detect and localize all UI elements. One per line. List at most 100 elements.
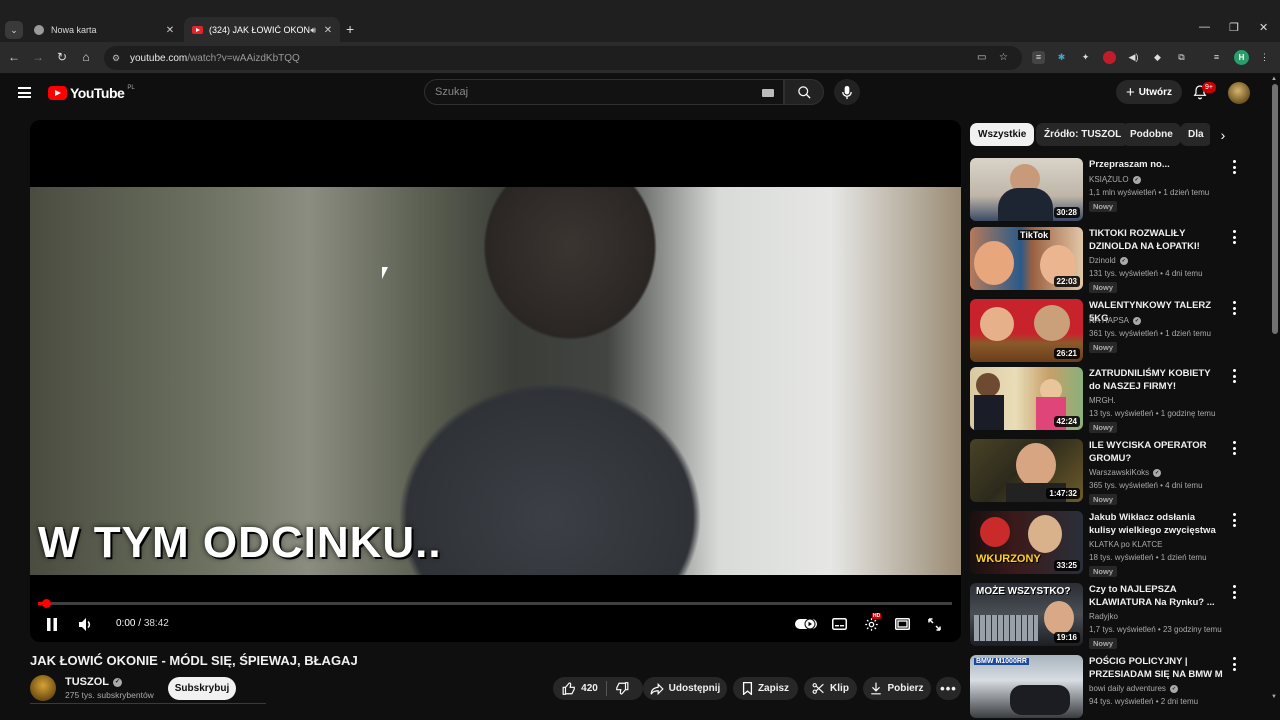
tab-search-icon[interactable]: ⌄: [5, 21, 23, 39]
search-button[interactable]: [784, 79, 824, 105]
rec-channel[interactable]: Dzinold ✓: [1089, 256, 1128, 265]
window-close-icon[interactable]: ✕: [1259, 21, 1268, 34]
bookmark-star-icon[interactable]: ☆: [999, 52, 1008, 63]
rec-channel[interactable]: KLATKA po KLATCE: [1089, 540, 1163, 549]
rec-channel-name[interactable]: NA HAPSA: [1089, 316, 1129, 325]
more-vert-icon[interactable]: [1229, 441, 1239, 455]
rec-channel[interactable]: KSIĄŻULO ✓: [1089, 175, 1141, 184]
browser-profile-avatar[interactable]: H: [1234, 50, 1249, 65]
recommendation-item[interactable]: 1:47:32 ILE WYCISKA OPERATOR GROMU? Wars…: [970, 439, 1250, 505]
more-vert-icon[interactable]: [1229, 513, 1239, 527]
rec-channel-name[interactable]: KSIĄŻULO: [1089, 175, 1129, 184]
rec-title[interactable]: ZATRUDNILIŚMY KOBIETY do NASZEJ FIRMY!: [1089, 367, 1224, 393]
fullscreen-button[interactable]: [926, 616, 942, 632]
youtube-logo[interactable]: YouTube PL: [48, 85, 135, 101]
chips-next-arrow-icon[interactable]: ›: [1214, 126, 1232, 144]
rec-channel-name[interactable]: bowi daily adventures: [1089, 684, 1166, 693]
channel-name-row[interactable]: TUSZOL ✓: [65, 676, 122, 688]
tab-close-icon[interactable]: ✕: [162, 25, 178, 36]
video-thumbnail[interactable]: TikTok 22:03: [970, 227, 1083, 290]
more-vert-icon[interactable]: [1229, 230, 1239, 244]
save-button[interactable]: Zapisz: [733, 677, 798, 700]
video-frame[interactable]: [30, 187, 961, 575]
progress-bar[interactable]: [38, 599, 952, 608]
more-vert-icon[interactable]: [1229, 657, 1239, 671]
tab-youtube-video[interactable]: (324) JAK ŁOWIĆ OKONIE - 🔊︎ ✕: [184, 17, 340, 43]
chip-all[interactable]: Wszystkie: [970, 123, 1035, 146]
media-audio-icon[interactable]: ◀︎): [1127, 51, 1140, 64]
dislike-button[interactable]: [615, 677, 634, 700]
rec-channel[interactable]: MRGH.: [1089, 396, 1116, 405]
media-queue-icon[interactable]: ≡: [1210, 51, 1223, 64]
scrollbar-thumb[interactable]: [1272, 84, 1278, 334]
channel-name[interactable]: TUSZOL: [65, 676, 109, 688]
menu-icon[interactable]: [18, 87, 31, 98]
rec-channel-name[interactable]: Dzinold: [1089, 256, 1116, 265]
scroll-down-icon[interactable]: ▼: [1271, 694, 1277, 700]
more-vert-icon[interactable]: [1229, 369, 1239, 383]
recommendation-item[interactable]: BMW M1000RR POŚCIG POLICYJNY | PRZESIADA…: [970, 655, 1250, 719]
extension-icon[interactable]: ≡: [1032, 51, 1045, 64]
download-button[interactable]: Pobierz: [863, 677, 931, 700]
chip-source[interactable]: Źródło: TUSZOL: [1036, 123, 1130, 146]
video-thumbnail[interactable]: 26:21: [970, 299, 1083, 362]
recommendation-item[interactable]: 30:28 Przepraszam no... KSIĄŻULO ✓ 1,1 ml…: [970, 158, 1250, 222]
recommendation-item[interactable]: WKURZONY 33:25 Jakub Wikłacz odsłania ku…: [970, 511, 1250, 577]
tab-close-icon[interactable]: ✕: [320, 25, 336, 36]
tab-new-tab[interactable]: Nowa karta ✕: [26, 17, 182, 43]
autoplay-toggle[interactable]: [795, 616, 817, 632]
more-vert-icon[interactable]: [1229, 160, 1239, 174]
subscribe-button[interactable]: Subskrybuj: [168, 677, 236, 700]
back-icon[interactable]: ←: [6, 50, 22, 64]
clip-button[interactable]: Klip: [804, 677, 857, 700]
rec-channel-name[interactable]: MRGH.: [1089, 396, 1116, 405]
recommendation-item[interactable]: TikTok 22:03 TIKTOKI ROZWALIŁY DZINOLDA …: [970, 227, 1250, 293]
video-thumbnail[interactable]: WKURZONY 33:25: [970, 511, 1083, 574]
minimize-icon[interactable]: —: [1199, 21, 1210, 33]
recommendation-item[interactable]: 42:24 ZATRUDNILIŚMY KOBIETY do NASZEJ FI…: [970, 367, 1250, 433]
reload-icon[interactable]: ↻: [54, 50, 70, 64]
extensions-puzzle-icon[interactable]: ⧉: [1175, 51, 1188, 64]
video-thumbnail[interactable]: BMW M1000RR: [970, 655, 1083, 718]
restore-icon[interactable]: ❐: [1229, 21, 1239, 34]
tab-audio-icon[interactable]: 🔊︎: [310, 25, 316, 36]
search-input[interactable]: Szukaj: [424, 79, 784, 105]
video-thumbnail[interactable]: 42:24: [970, 367, 1083, 430]
create-button[interactable]: + Utwórz: [1116, 80, 1182, 104]
rec-title[interactable]: ILE WYCISKA OPERATOR GROMU?: [1089, 439, 1224, 465]
more-vert-icon[interactable]: [1229, 301, 1239, 315]
chip-for-you[interactable]: Dla: [1180, 123, 1210, 146]
rec-channel[interactable]: NA HAPSA ✓: [1089, 316, 1142, 325]
scroll-up-icon[interactable]: ▲: [1271, 76, 1277, 82]
rec-title[interactable]: Przepraszam no...: [1089, 158, 1224, 171]
pause-button[interactable]: [44, 616, 60, 632]
install-app-icon[interactable]: ▭: [977, 52, 986, 63]
chip-related[interactable]: Podobne: [1122, 123, 1181, 146]
home-icon[interactable]: ⌂: [78, 50, 94, 64]
address-bar[interactable]: ⚙ youtube.com/watch?v=wAAizdKbTQQ: [104, 46, 1022, 70]
share-button[interactable]: Udostępnij: [643, 677, 727, 700]
rec-channel-name[interactable]: Radyjko: [1089, 612, 1118, 621]
more-vert-icon[interactable]: [1229, 585, 1239, 599]
video-thumbnail[interactable]: 1:47:32: [970, 439, 1083, 502]
rec-channel-name[interactable]: WarszawskiKoks: [1089, 468, 1149, 477]
keyboard-icon[interactable]: [762, 89, 774, 97]
rec-title[interactable]: Czy to NAJLEPSZA KLAWIATURA Na Rynku? ..…: [1089, 583, 1224, 609]
rec-channel[interactable]: bowi daily adventures ✓: [1089, 684, 1178, 693]
more-actions-button[interactable]: •••: [936, 677, 961, 700]
like-button[interactable]: 420: [562, 677, 598, 700]
rec-channel[interactable]: WarszawskiKoks ✓: [1089, 468, 1162, 477]
rec-title[interactable]: TIKTOKI ROZWALIŁY DZINOLDA NA ŁOPATKI!: [1089, 227, 1224, 253]
extension-icon[interactable]: [1103, 51, 1116, 64]
site-info-icon[interactable]: ⚙: [112, 53, 123, 64]
recommendation-item[interactable]: MOŻE WSZYSTKO? 19:16 Czy to NAJLEPSZA KL…: [970, 583, 1250, 649]
settings-button[interactable]: HD: [863, 613, 882, 632]
subtitles-button[interactable]: [831, 616, 847, 632]
rec-title[interactable]: Jakub Wikłacz odsłania kulisy wielkiego …: [1089, 511, 1224, 537]
video-thumbnail[interactable]: MOŻE WSZYSTKO? 19:16: [970, 583, 1083, 646]
rec-title[interactable]: POŚCIG POLICYJNY | PRZESIADAM SIĘ NA BMW…: [1089, 655, 1224, 681]
rec-channel[interactable]: Radyjko: [1089, 612, 1118, 621]
rec-channel-name[interactable]: KLATKA po KLATCE: [1089, 540, 1163, 549]
extension-icon[interactable]: ✦: [1079, 51, 1092, 64]
new-tab-icon[interactable]: +: [346, 21, 354, 37]
